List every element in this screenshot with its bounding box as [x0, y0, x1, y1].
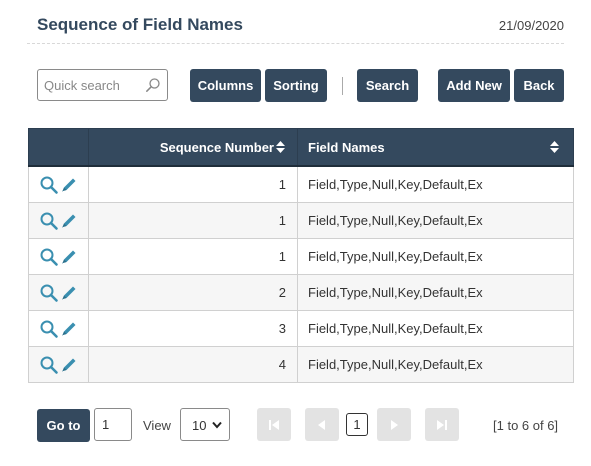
first-page-icon: [269, 419, 279, 430]
edit-row-pencil-icon[interactable]: [59, 247, 79, 267]
edit-row-pencil-icon[interactable]: [59, 211, 79, 231]
sequence-number-cell: 3: [88, 310, 298, 347]
view-row-magnifier-icon[interactable]: [39, 283, 59, 303]
page-number-input[interactable]: [94, 408, 132, 441]
row-actions: [28, 202, 89, 239]
data-table: Sequence Number Field Names 1 Field,Type…: [28, 128, 574, 383]
quick-search-input[interactable]: [44, 75, 144, 95]
row-actions: [28, 238, 89, 275]
columns-button[interactable]: Columns: [190, 69, 261, 102]
page-title: Sequence of Field Names: [37, 15, 243, 34]
field-names-cell: Field,Type,Null,Key,Default,Ex: [297, 310, 574, 347]
table-row[interactable]: 4 Field,Type,Null,Key,Default,Ex: [28, 346, 574, 383]
date-label: 21/09/2020: [498, 18, 564, 33]
view-row-magnifier-icon[interactable]: [39, 319, 59, 339]
table-row[interactable]: 1 Field,Type,Null,Key,Default,Ex: [28, 165, 574, 203]
edit-row-pencil-icon[interactable]: [59, 355, 79, 375]
edit-row-pencil-icon[interactable]: [59, 175, 79, 195]
current-page-indicator[interactable]: 1: [346, 413, 368, 436]
sequence-number-header-label: Sequence Number: [159, 139, 274, 155]
view-row-magnifier-icon[interactable]: [39, 247, 59, 267]
actions-header: [28, 128, 89, 167]
edit-row-pencil-icon[interactable]: [59, 319, 79, 339]
record-range-label: [1 to 6 of 6]: [493, 418, 559, 433]
quick-search-box[interactable]: [37, 69, 168, 101]
view-row-magnifier-icon[interactable]: [39, 175, 59, 195]
field-names-cell: Field,Type,Null,Key,Default,Ex: [297, 165, 574, 203]
view-label: View: [143, 418, 171, 433]
view-row-magnifier-icon[interactable]: [39, 211, 59, 231]
field-names-cell: Field,Type,Null,Key,Default,Ex: [297, 346, 574, 383]
toolbar-separator: [342, 77, 343, 95]
search-button[interactable]: Search: [357, 69, 418, 102]
go-to-button[interactable]: Go to: [37, 409, 90, 442]
sequence-number-cell: 4: [88, 346, 298, 383]
table-row[interactable]: 1 Field,Type,Null,Key,Default,Ex: [28, 202, 574, 239]
page-size-value: 10: [192, 418, 207, 433]
field-names-cell: Field,Type,Null,Key,Default,Ex: [297, 238, 574, 275]
sorting-button[interactable]: Sorting: [265, 69, 327, 102]
sequence-number-cell: 1: [88, 238, 298, 275]
field-names-header[interactable]: Field Names: [297, 128, 574, 167]
table-row[interactable]: 2 Field,Type,Null,Key,Default,Ex: [28, 274, 574, 311]
table-row[interactable]: 1 Field,Type,Null,Key,Default,Ex: [28, 238, 574, 275]
prev-page-button[interactable]: [305, 408, 339, 441]
row-actions: [28, 310, 89, 347]
row-actions: [28, 165, 89, 203]
row-actions: [28, 274, 89, 311]
back-button[interactable]: Back: [514, 69, 564, 102]
table-header-row: Sequence Number Field Names: [28, 128, 574, 167]
row-actions: [28, 346, 89, 383]
sort-icon[interactable]: [276, 141, 285, 154]
next-page-button[interactable]: [377, 408, 411, 441]
last-page-icon: [437, 419, 447, 430]
add-new-button[interactable]: Add New: [438, 69, 510, 102]
last-page-button[interactable]: [425, 408, 459, 441]
sequence-number-header[interactable]: Sequence Number: [88, 128, 298, 167]
prev-page-icon: [318, 419, 325, 430]
field-names-header-label: Field Names: [308, 139, 385, 155]
search-icon[interactable]: [145, 77, 161, 93]
chevron-down-icon: [212, 421, 222, 429]
table-row[interactable]: 3 Field,Type,Null,Key,Default,Ex: [28, 310, 574, 347]
sequence-number-cell: 2: [88, 274, 298, 311]
field-names-cell: Field,Type,Null,Key,Default,Ex: [297, 274, 574, 311]
sequence-number-cell: 1: [88, 165, 298, 203]
page-size-select[interactable]: 10: [180, 408, 230, 441]
view-row-magnifier-icon[interactable]: [39, 355, 59, 375]
header-divider: [27, 43, 564, 44]
field-names-cell: Field,Type,Null,Key,Default,Ex: [297, 202, 574, 239]
first-page-button[interactable]: [257, 408, 291, 441]
edit-row-pencil-icon[interactable]: [59, 283, 79, 303]
sequence-number-cell: 1: [88, 202, 298, 239]
next-page-icon: [391, 419, 398, 430]
sort-icon[interactable]: [550, 141, 559, 153]
